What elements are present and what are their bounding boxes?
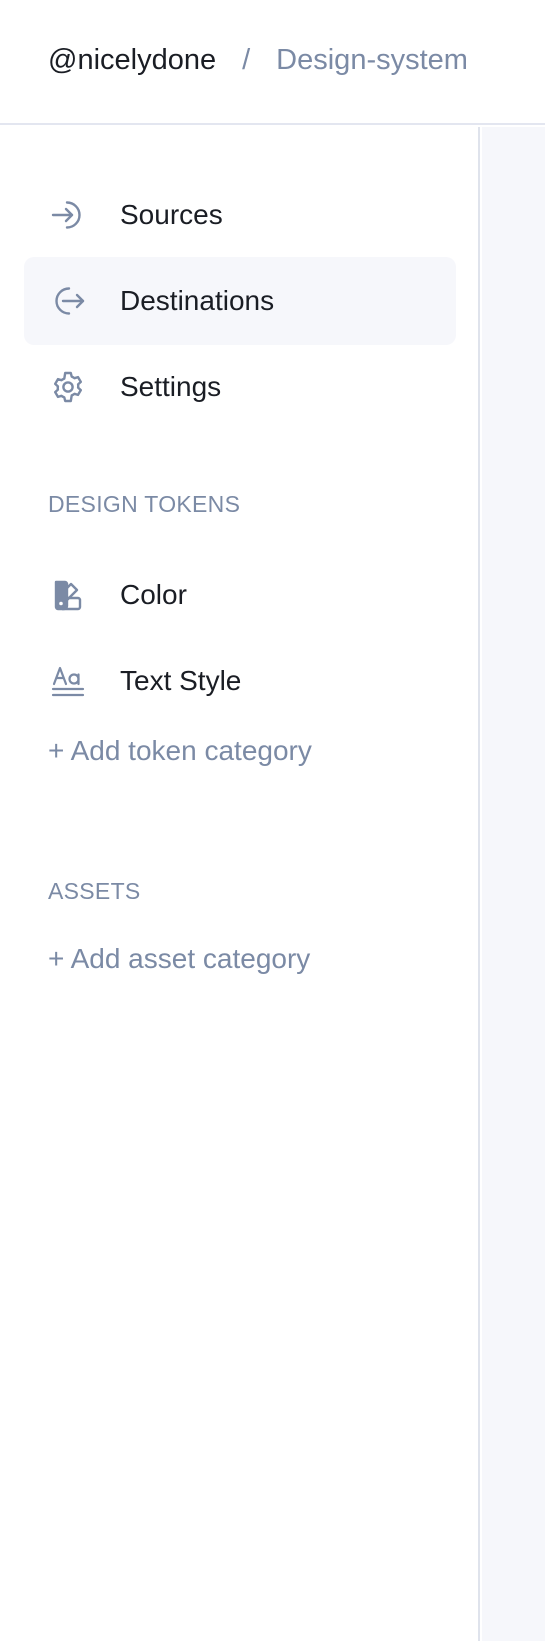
- gear-icon: [50, 369, 86, 405]
- top-header: @nicelydone / Design-system: [0, 0, 545, 125]
- sign-out-arrow-icon: [50, 283, 86, 319]
- breadcrumb-org-link[interactable]: @nicelydone: [48, 40, 216, 80]
- sidebar-item-color[interactable]: Color: [24, 551, 456, 639]
- sidebar-item-sources[interactable]: Sources: [24, 171, 456, 259]
- sign-in-arrow-icon: [50, 197, 86, 233]
- section-title-design-tokens: DESIGN TOKENS: [48, 491, 241, 517]
- main-content-area: [482, 127, 545, 1641]
- sidebar-item-label: Sources: [120, 199, 223, 230]
- sidebar-item-label: Settings: [120, 371, 222, 402]
- add-asset-category-link[interactable]: + Add asset category: [48, 943, 310, 975]
- sidebar-item-text-style[interactable]: Text Style: [24, 637, 456, 725]
- sidebar-item-label: Destinations: [120, 285, 275, 316]
- sidebar-item-destinations[interactable]: Destinations: [24, 257, 456, 345]
- sidebar-item-label: Text Style: [120, 665, 242, 696]
- section-title-assets: ASSETS: [48, 878, 141, 904]
- add-token-category-link[interactable]: + Add token category: [48, 735, 312, 767]
- sidebar: Sources Destinations Settings DESIGN TOK…: [0, 127, 480, 1641]
- color-swatch-icon: [50, 577, 86, 613]
- sidebar-item-settings[interactable]: Settings: [24, 343, 456, 431]
- sidebar-item-label: Color: [120, 579, 187, 610]
- breadcrumb-project-link[interactable]: Design-system: [276, 40, 468, 80]
- breadcrumb: @nicelydone / Design-system: [48, 40, 468, 80]
- breadcrumb-separator: /: [242, 44, 251, 76]
- text-style-icon: [50, 663, 86, 699]
- page: @nicelydone / Design-system Sources Dest…: [0, 0, 545, 1641]
